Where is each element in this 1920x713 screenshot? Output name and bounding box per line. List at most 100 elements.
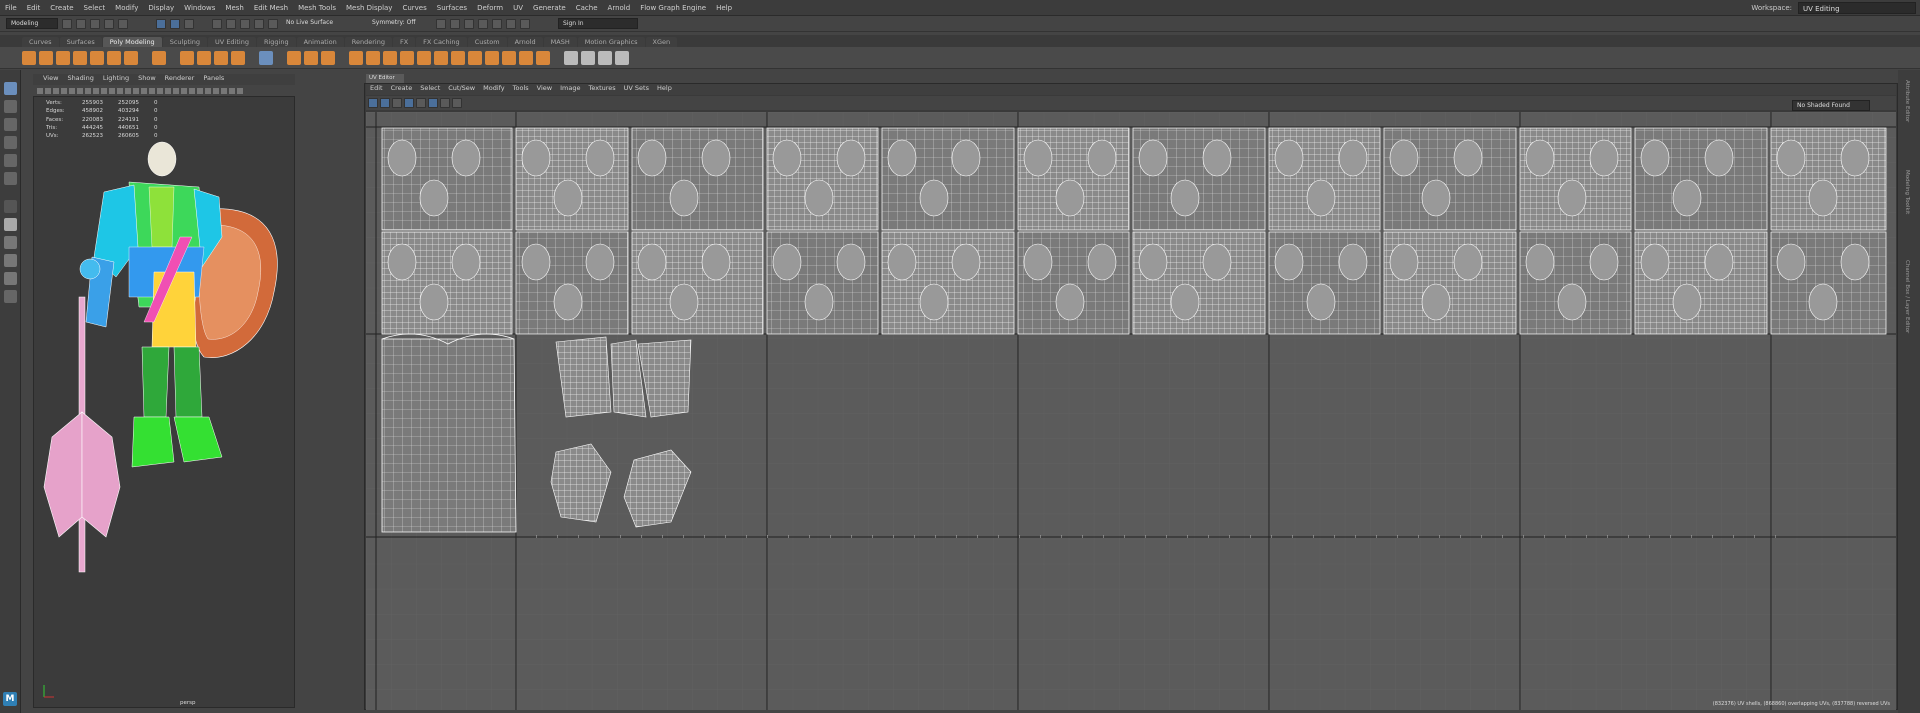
- combine-icon[interactable]: [287, 50, 301, 65]
- uv-shell[interactable]: [419, 283, 449, 321]
- uv-shell[interactable]: [701, 243, 731, 281]
- uv-menu-view[interactable]: View: [537, 84, 552, 95]
- svg-icon[interactable]: [214, 50, 228, 65]
- super-shape-icon[interactable]: [152, 50, 166, 65]
- shelf-tab-animation[interactable]: Animation: [296, 37, 344, 47]
- uv-shell[interactable]: [1389, 243, 1419, 281]
- side-tab-2[interactable]: Channel Box / Layer Editor: [1904, 260, 1910, 333]
- persp-menu-show[interactable]: Show: [138, 74, 156, 85]
- menu-arnold[interactable]: Arnold: [603, 4, 636, 12]
- extrude-icon[interactable]: [366, 50, 380, 65]
- menu-generate[interactable]: Generate: [528, 4, 571, 12]
- shelf-tab-xgen[interactable]: XGen: [645, 37, 678, 47]
- film-gate-icon[interactable]: [77, 87, 83, 94]
- uv-shell[interactable]: [1640, 243, 1670, 281]
- field-chart-icon[interactable]: [101, 87, 107, 94]
- snap-surface-icon[interactable]: [268, 18, 278, 29]
- live-surface-label[interactable]: No Live Surface: [282, 18, 340, 29]
- uv-shell[interactable]: [669, 179, 699, 217]
- light-editor-icon[interactable]: [506, 18, 516, 29]
- shelf-tab-curves[interactable]: Curves: [22, 37, 59, 47]
- separate-icon[interactable]: [304, 50, 318, 65]
- depth-of-field-icon[interactable]: [197, 87, 203, 94]
- uv-menu-uv-sets[interactable]: UV Sets: [624, 84, 649, 95]
- open-scene-icon[interactable]: [76, 18, 86, 29]
- uv-shell[interactable]: [1138, 243, 1168, 281]
- distortion-icon[interactable]: [440, 98, 450, 108]
- undo-icon[interactable]: [104, 18, 114, 29]
- face-uv-shell[interactable]: [381, 338, 517, 533]
- persp-menu-renderer[interactable]: Renderer: [165, 74, 195, 85]
- target-weld-icon[interactable]: [468, 50, 482, 65]
- snapshot-icon[interactable]: [452, 98, 462, 108]
- uv-shell[interactable]: [1840, 139, 1870, 177]
- reduce-icon[interactable]: [519, 50, 533, 65]
- poly-type-icon[interactable]: [197, 50, 211, 65]
- uv-shell[interactable]: [919, 283, 949, 321]
- xray-icon[interactable]: [213, 87, 219, 94]
- uv-editor-tab[interactable]: UV Editor: [366, 74, 404, 83]
- shelf-tab-motion-graphics[interactable]: Motion Graphics: [577, 37, 645, 47]
- uv-shell[interactable]: [772, 243, 802, 281]
- select-object-icon[interactable]: [170, 18, 180, 29]
- uv-shell[interactable]: [637, 243, 667, 281]
- poly-torus-icon[interactable]: [90, 50, 104, 65]
- uv-menu-cut-sew[interactable]: Cut/Sew: [448, 84, 475, 95]
- sculpt-tool-icon[interactable]: [598, 50, 612, 65]
- merge-icon[interactable]: [434, 50, 448, 65]
- menu-select[interactable]: Select: [79, 4, 111, 12]
- safe-title-icon[interactable]: [117, 87, 123, 94]
- poly-plane-icon[interactable]: [107, 50, 121, 65]
- screen-space-ao-icon[interactable]: [173, 87, 179, 94]
- uv-shell[interactable]: [451, 139, 481, 177]
- persp-menu-panels[interactable]: Panels: [203, 74, 224, 85]
- modeling-toolkit-icon[interactable]: [259, 50, 273, 65]
- side-tab-0[interactable]: Attribute Editor: [1904, 80, 1910, 122]
- uv-shell[interactable]: [1055, 179, 1085, 217]
- persp-viewport[interactable]: [33, 96, 295, 708]
- motion-blur-icon[interactable]: [181, 87, 187, 94]
- single-view-icon[interactable]: [4, 200, 17, 213]
- side-tab-1[interactable]: Modeling Toolkit: [1904, 170, 1910, 214]
- resolution-gate-icon[interactable]: [85, 87, 91, 94]
- menu-mesh[interactable]: Mesh: [220, 4, 248, 12]
- uv-shell[interactable]: [804, 179, 834, 217]
- fill-hole-icon[interactable]: [400, 50, 414, 65]
- menu-cache[interactable]: Cache: [571, 4, 603, 12]
- render-current-icon[interactable]: [436, 18, 446, 29]
- smooth-shade-icon[interactable]: [133, 87, 139, 94]
- menu-help[interactable]: Help: [711, 4, 737, 12]
- save-scene-icon[interactable]: [90, 18, 100, 29]
- shelf-tab-mash[interactable]: MASH: [543, 37, 577, 47]
- shelf-tab-arnold[interactable]: Arnold: [507, 37, 543, 47]
- shelf-tab-custom[interactable]: Custom: [467, 37, 507, 47]
- camera-attr-icon[interactable]: [45, 87, 51, 94]
- uv-menu-select[interactable]: Select: [420, 84, 440, 95]
- mode-dropdown[interactable]: Modeling: [6, 18, 58, 29]
- arnold-render-icon[interactable]: [520, 18, 530, 29]
- paint-weights-icon[interactable]: [615, 50, 629, 65]
- uv-shell[interactable]: [1023, 243, 1053, 281]
- snap-view-icon[interactable]: [254, 18, 264, 29]
- persp-menu-shading[interactable]: Shading: [67, 74, 93, 85]
- uv-shell[interactable]: [387, 139, 417, 177]
- menu-mesh-tools[interactable]: Mesh Tools: [293, 4, 341, 12]
- persp-menu-lighting[interactable]: Lighting: [103, 74, 129, 85]
- menu-edit[interactable]: Edit: [22, 4, 46, 12]
- uv-shell[interactable]: [1557, 283, 1587, 321]
- textured-icon[interactable]: [149, 87, 155, 94]
- crease-tool-icon[interactable]: [564, 50, 578, 65]
- uv-shell[interactable]: [836, 139, 866, 177]
- uv-shell[interactable]: [1389, 139, 1419, 177]
- shade-uv-icon[interactable]: [416, 98, 426, 108]
- uv-shell[interactable]: [1808, 283, 1838, 321]
- poly-disc-icon[interactable]: [124, 50, 138, 65]
- uv-shell[interactable]: [1776, 139, 1806, 177]
- uv-shell[interactable]: [1338, 243, 1368, 281]
- retopologize-icon[interactable]: [536, 50, 550, 65]
- menu-display[interactable]: Display: [143, 4, 179, 12]
- select-hierarchy-icon[interactable]: [156, 18, 166, 29]
- uv-shell[interactable]: [585, 243, 615, 281]
- uv-shell[interactable]: [1840, 243, 1870, 281]
- multi-cut-icon[interactable]: [451, 50, 465, 65]
